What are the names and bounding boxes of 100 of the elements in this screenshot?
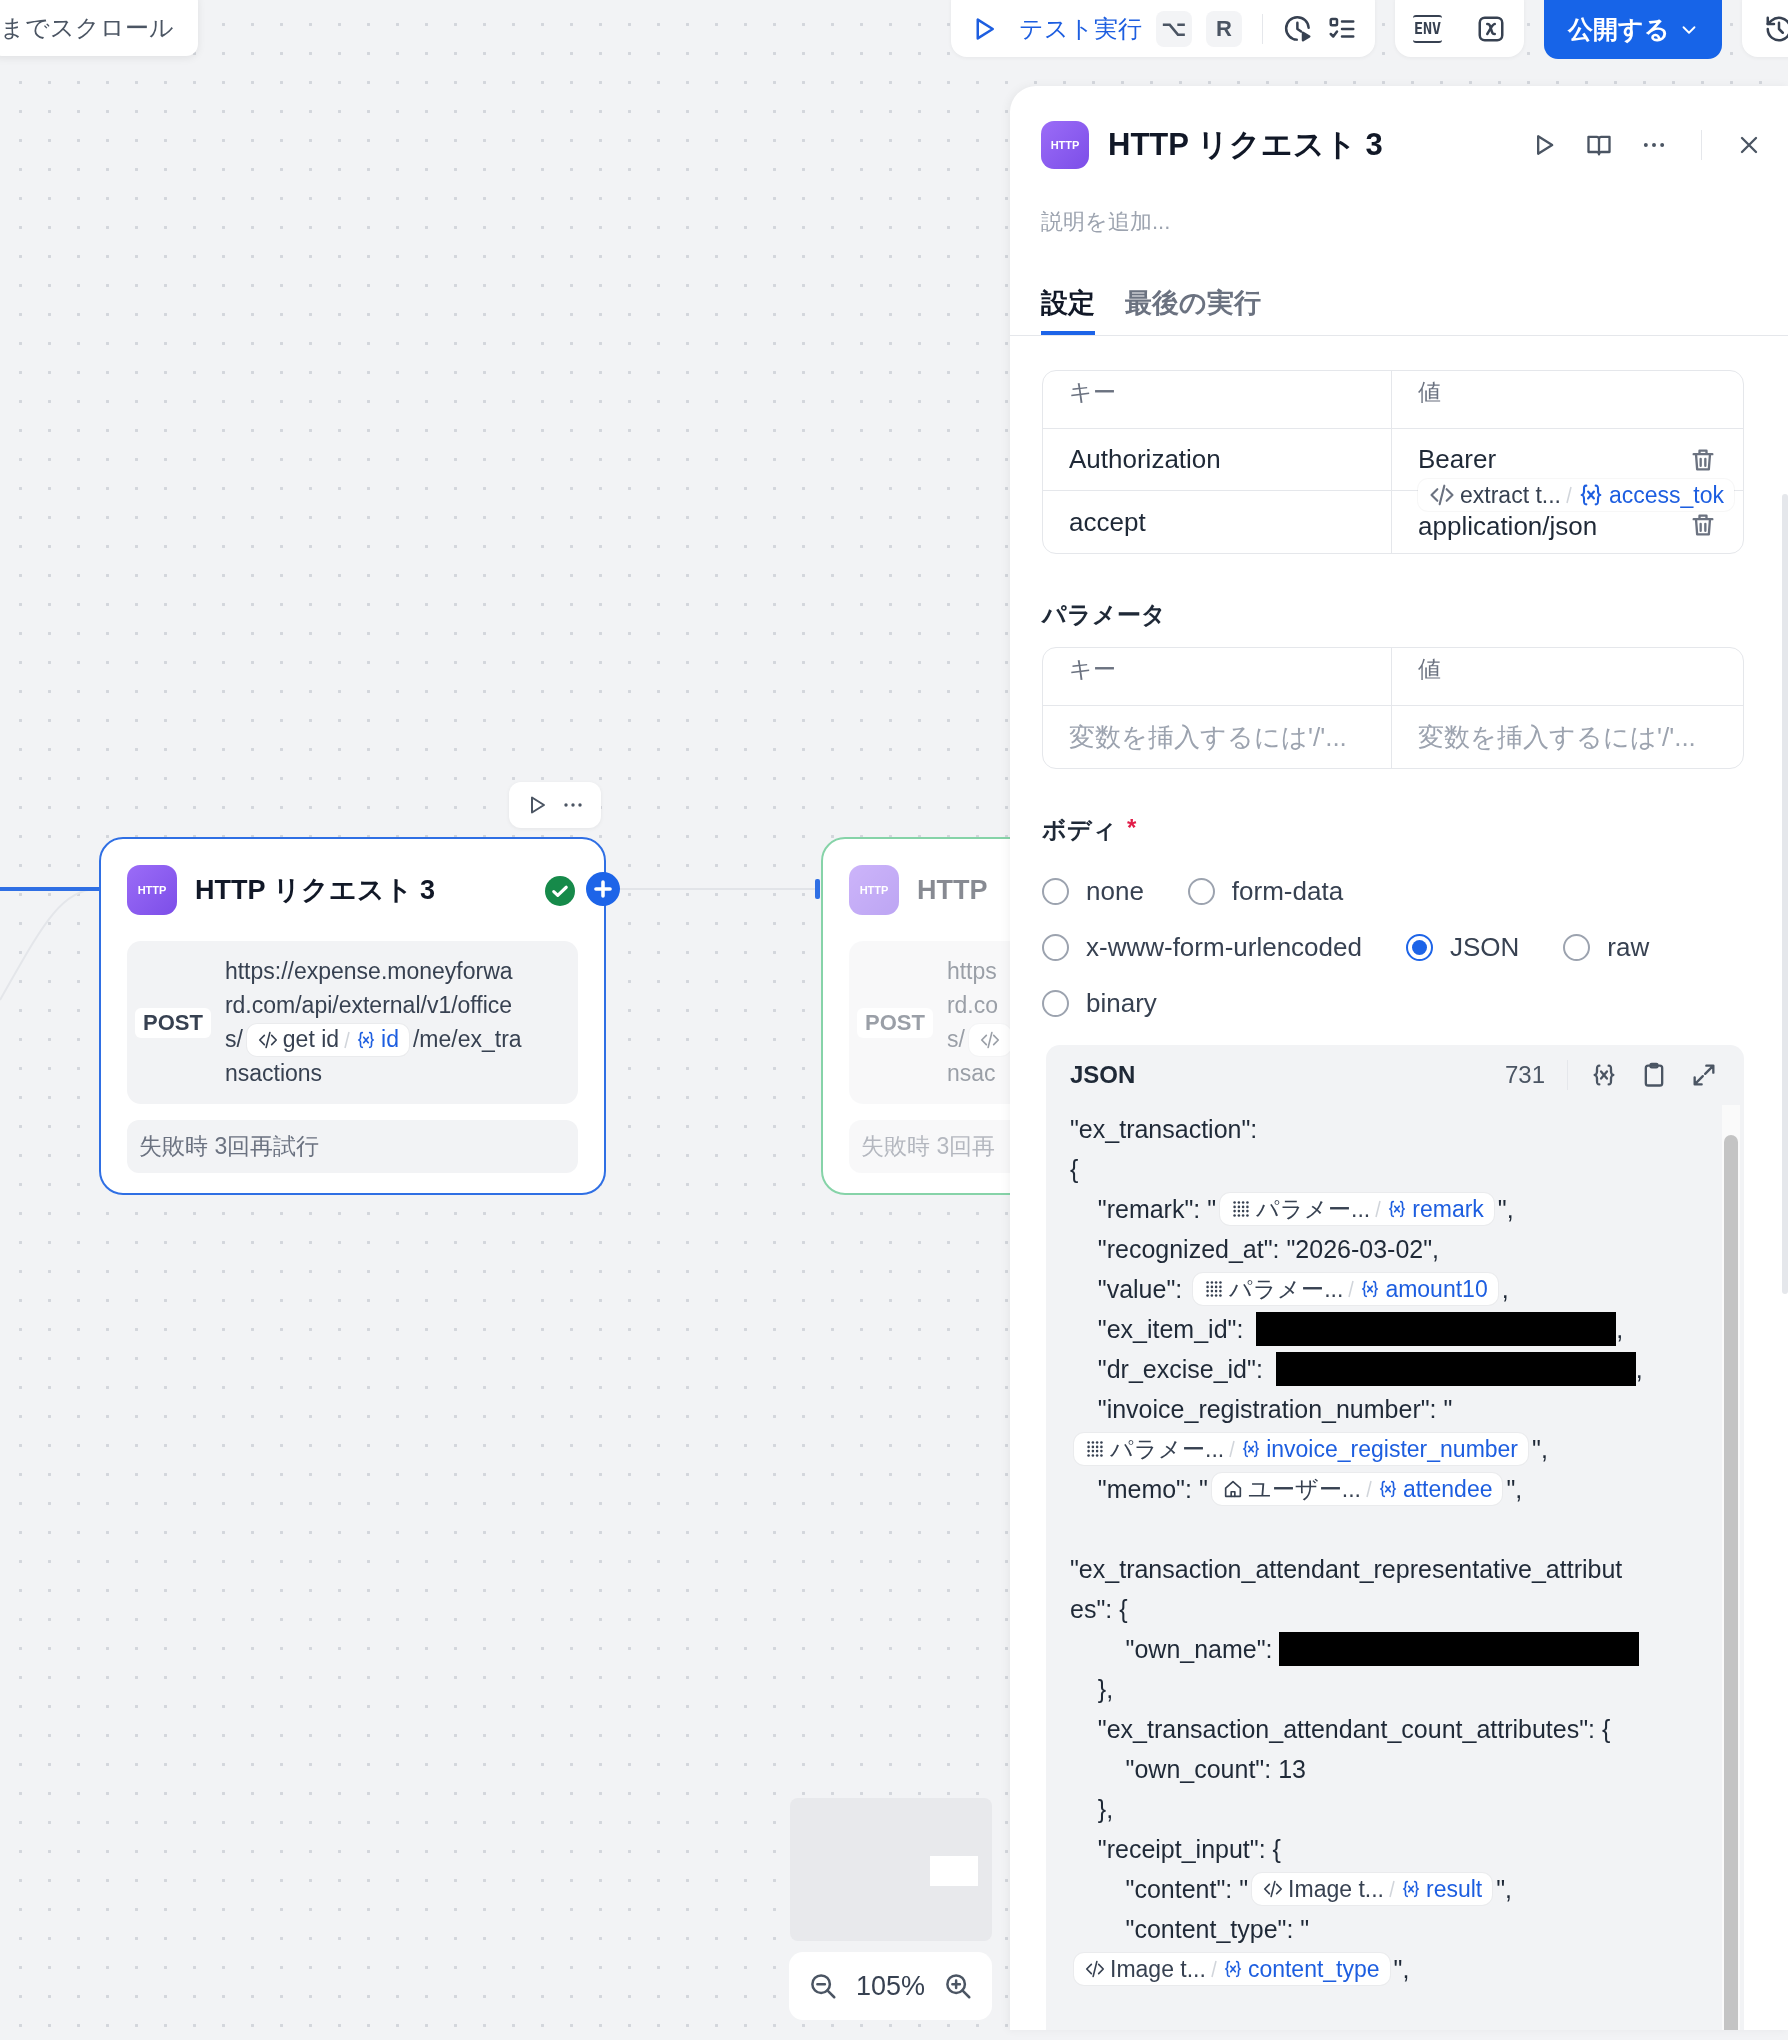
code-text: "own_name": — [1124, 1634, 1273, 1664]
panel-title: HTTP リクエスト 3 — [1108, 126, 1384, 164]
variable-source: パラメー... — [1256, 1194, 1371, 1224]
code-text: es": { — [1070, 1594, 1128, 1624]
env-button[interactable]: ENV — [1413, 14, 1443, 43]
scroll-toast: までスクロール — [0, 0, 198, 56]
method-tag: POST — [857, 1007, 933, 1038]
code-text: , — [1501, 1274, 1509, 1304]
url-text: /me/ex_tra — [412, 1026, 522, 1053]
variable-name: invoice_register_number — [1266, 1435, 1519, 1463]
variable-name: id — [381, 1026, 399, 1053]
code-text: "ex_transaction_attendant_representative_attribut — [1070, 1554, 1623, 1584]
url-text: s/ — [224, 1026, 243, 1053]
radio-button[interactable] — [1042, 933, 1069, 961]
variable-name: attendee — [1402, 1475, 1493, 1503]
radio-button[interactable] — [1042, 989, 1069, 1017]
variable-chip[interactable]: get id id — [246, 1023, 409, 1056]
code-icon — [1262, 1878, 1285, 1900]
code-text: ", — [1497, 1194, 1514, 1224]
history-icon — [1764, 13, 1788, 44]
radio-label: raw — [1607, 931, 1650, 963]
radio-button[interactable] — [1042, 877, 1069, 905]
url-text: rd.com/api/external/v1/office — [224, 992, 513, 1019]
header-key: Authorization — [1069, 444, 1365, 475]
code-text: "own_count": 13 — [1124, 1754, 1306, 1784]
variable-source: パラメー... — [1110, 1434, 1225, 1464]
node-card[interactable]: HTTP HTTP リクエスト 3 POST https://expense.moneyforwa rd.com/api/external/v1/office s/ get id id /me/ex_tra nsactions 失敗時 3回再試行 — [99, 837, 606, 1195]
retry-setting: 失敗時 3回再試行 — [127, 1120, 578, 1173]
column-header: キー — [1043, 371, 1392, 429]
code-text: "receipt_input": { — [1096, 1834, 1281, 1864]
code-text: , — [1635, 1354, 1643, 1384]
url-text: nsactions — [224, 1060, 323, 1087]
radio-label: none — [1086, 875, 1144, 907]
variable-name: result — [1425, 1875, 1483, 1903]
variable-chip[interactable]: パラメー... invoice_register_number — [1074, 1433, 1529, 1465]
zoom-level: 105% — [855, 1970, 926, 2002]
publish-button[interactable]: 公開する — [1544, 0, 1723, 59]
code-text: "ex_transaction_attendant_count_attributes": { — [1096, 1714, 1611, 1744]
node-title: HTTP リクエスト 3 — [195, 874, 436, 907]
code-text: "content": " — [1124, 1874, 1249, 1904]
success-check-icon — [545, 876, 575, 906]
code-text: "content_type": " — [1124, 1914, 1310, 1944]
code-text: }, — [1096, 1794, 1114, 1824]
url-text: rd.co — [946, 992, 999, 1019]
value-field[interactable]: 変数を挿入するには'/'... — [1418, 721, 1717, 753]
radio-label: form-data — [1231, 875, 1344, 907]
code-text: "memo": " — [1096, 1474, 1208, 1504]
node-title: HTTP — [917, 874, 988, 906]
dot-grid-icon — [1084, 1438, 1106, 1460]
variable-source: Image t... — [1110, 1955, 1206, 1983]
json-editor[interactable] — [1046, 1045, 1744, 2030]
connection-handle[interactable] — [815, 879, 820, 899]
url-text: https://expense.moneyforwa — [224, 958, 513, 985]
node-type-badge: HTTP — [849, 865, 899, 915]
section-title: ボディ — [1042, 815, 1117, 845]
node-type-badge: HTTP — [1041, 121, 1089, 169]
variable-chip[interactable]: Image t... result — [1252, 1873, 1493, 1905]
tab[interactable]: 最後の実行 — [1125, 285, 1261, 335]
radio-button[interactable] — [1563, 933, 1591, 961]
url-text: s/ — [946, 1026, 965, 1053]
variable-source: ユーザー... — [1247, 1474, 1361, 1504]
test-run-button[interactable]: テスト実行 — [969, 12, 1142, 45]
code-text: { — [1070, 1154, 1079, 1184]
code-text: ", — [1496, 1874, 1513, 1904]
scrollbar[interactable] — [1782, 494, 1788, 1294]
variable-source: パラメー... — [1229, 1274, 1344, 1304]
header-value: Bearer — [1418, 444, 1498, 475]
variable-chip[interactable]: Image t... content_type — [1074, 1953, 1390, 1985]
code-text: "ex_transaction": — [1070, 1114, 1258, 1144]
variable-source: extract t... — [1460, 481, 1561, 509]
add-node-icon[interactable] — [586, 872, 620, 906]
variable-source: Image t... — [1288, 1875, 1384, 1903]
variable-chip[interactable]: extract t... access_tok — [1418, 479, 1735, 511]
column-header: キー — [1043, 648, 1392, 706]
node-type-badge: HTTP — [127, 865, 177, 915]
radio-label: x-www-form-urlencoded — [1086, 931, 1362, 963]
key-field[interactable]: 変数を挿入するには'/'... — [1069, 721, 1365, 753]
tab[interactable]: 設定 — [1041, 285, 1095, 335]
scrollbar[interactable] — [1724, 1135, 1738, 2030]
method-tag: POST — [135, 1007, 211, 1038]
required-mark: * — [1127, 814, 1137, 843]
variable-chip[interactable]: パラメー... amount10 — [1193, 1273, 1498, 1305]
code-text: "dr_excise_id": — [1096, 1354, 1264, 1384]
code-text: "invoice_registration_number": " — [1096, 1394, 1453, 1424]
code-text: ", — [1532, 1434, 1548, 1464]
radio-label: binary — [1086, 987, 1157, 1019]
description-field[interactable]: 説明を追加... — [1041, 209, 1757, 235]
code-text: }, — [1096, 1674, 1114, 1704]
shortcut-key: ⌥ — [1156, 10, 1192, 47]
clock-play-icon[interactable] — [1283, 13, 1313, 44]
radio-button[interactable] — [1405, 933, 1433, 961]
code-icon — [1084, 1958, 1106, 1980]
code-text: "remark": " — [1096, 1194, 1217, 1224]
editor-title: JSON — [1070, 1061, 1137, 1089]
variable-chip[interactable]: ユーザー... attendee — [1211, 1473, 1503, 1505]
variable-name: content_type — [1247, 1955, 1380, 1983]
variable-name: amount10 — [1385, 1275, 1488, 1303]
radio-button[interactable] — [1187, 877, 1215, 905]
variable-chip[interactable]: パラメー... remark — [1220, 1193, 1494, 1225]
shortcut-key: R — [1206, 10, 1242, 47]
